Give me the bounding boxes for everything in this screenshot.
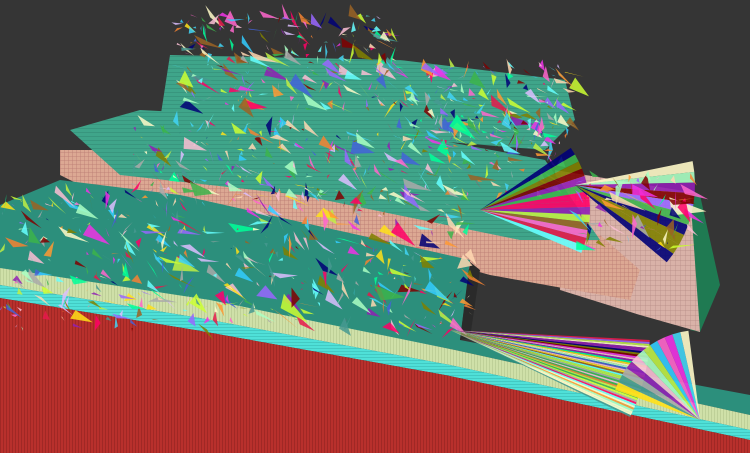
mesh-triangle: [332, 42, 337, 53]
mesh-triangle: [317, 45, 322, 52]
mesh-triangle: [368, 43, 377, 49]
mesh-triangle: [259, 31, 269, 44]
mesh-triangle: [325, 43, 328, 60]
mesh-triangle: [270, 47, 284, 55]
mesh-triangle: [362, 14, 364, 16]
mesh-triangle: [248, 28, 272, 32]
mesh-triangle: [482, 61, 491, 70]
mesh-triangle: [348, 4, 361, 20]
mesh-triangle: [547, 66, 556, 71]
mesh-triangle: [317, 11, 327, 31]
3d-viewport[interactable]: [0, 0, 750, 453]
mesh-triangle: [554, 152, 556, 158]
mesh-triangle: [335, 42, 341, 47]
mesh-triangle: [551, 74, 556, 77]
mesh-triangle: [305, 53, 310, 58]
mesh-triangle: [190, 41, 193, 44]
mesh-triangle: [229, 24, 234, 33]
mesh-triangle: [323, 41, 329, 43]
mesh-triangle: [375, 39, 399, 52]
mesh-triangle: [224, 10, 239, 28]
mesh-triangle: [365, 14, 371, 17]
mesh-triangle: [310, 13, 323, 29]
mesh-triangle: [245, 17, 248, 19]
mesh-triangle: [187, 19, 190, 25]
building-model-render[interactable]: [0, 0, 750, 453]
mesh-triangle: [241, 34, 254, 55]
mesh-triangle: [174, 27, 183, 33]
mesh-triangle: [327, 16, 344, 31]
mesh-triangle: [200, 25, 202, 32]
mesh-triangle: [247, 12, 250, 24]
mesh-triangle: [273, 28, 277, 40]
mesh-triangle: [171, 22, 183, 25]
mesh-triangle: [217, 16, 226, 26]
mesh-triangle: [281, 3, 290, 20]
mesh-triangle: [188, 43, 196, 49]
mesh-triangle: [277, 17, 281, 24]
mesh-triangle: [366, 48, 370, 51]
mesh-triangle: [376, 15, 381, 19]
mesh-triangle: [352, 33, 354, 37]
mesh-triangle: [354, 39, 356, 43]
mesh-triangle: [557, 64, 560, 69]
mesh-triangle: [259, 10, 278, 19]
mesh-triangle: [483, 65, 485, 68]
mesh-triangle: [564, 71, 584, 77]
mesh-triangle: [341, 37, 360, 49]
mesh-triangle: [265, 44, 270, 51]
mesh-triangle: [569, 77, 590, 97]
mesh-triangle: [290, 50, 300, 57]
mesh-triangle: [201, 16, 206, 23]
mesh-triangle: [523, 68, 531, 75]
mesh-triangle: [358, 22, 361, 31]
mesh-triangle: [391, 27, 398, 42]
mesh-triangle: [353, 44, 372, 47]
mesh-triangle: [206, 23, 218, 33]
mesh-triangle: [190, 14, 198, 18]
mesh-triangle: [283, 30, 296, 35]
mesh-triangle: [558, 140, 561, 145]
mesh-triangle: [370, 17, 376, 22]
mesh-triangle: [218, 43, 225, 47]
mesh-triangle: [310, 35, 314, 39]
mesh-triangle: [180, 19, 184, 23]
mesh-triangle: [391, 42, 392, 45]
mesh-triangle: [193, 38, 197, 42]
mesh-triangle: [351, 21, 356, 33]
mesh-triangle: [192, 26, 197, 29]
mesh-triangle: [303, 42, 308, 51]
mesh-triangle: [195, 31, 202, 33]
mesh-triangle: [218, 26, 222, 31]
mesh-triangle: [229, 38, 234, 52]
